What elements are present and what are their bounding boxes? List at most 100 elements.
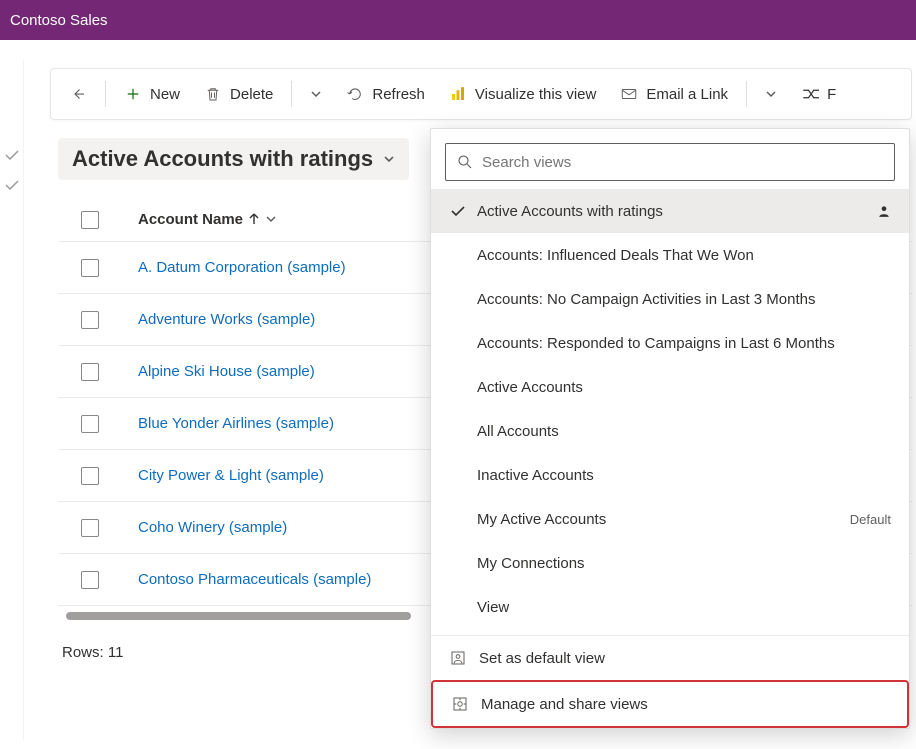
view-list: Active Accounts with ratings Accounts: I… bbox=[431, 189, 909, 635]
chevron-down-icon bbox=[383, 153, 395, 165]
row-checkbox[interactable] bbox=[58, 311, 122, 329]
record-link[interactable]: Alpine Ski House (sample) bbox=[138, 363, 315, 380]
rail-check-icon bbox=[5, 180, 19, 190]
checkbox-icon bbox=[81, 311, 99, 329]
view-item-label: View bbox=[477, 599, 891, 616]
view-item-label: Inactive Accounts bbox=[477, 467, 891, 484]
visualize-button[interactable]: Visualize this view bbox=[439, 79, 606, 109]
set-default-label: Set as default view bbox=[479, 650, 605, 667]
row-checkbox[interactable] bbox=[58, 415, 122, 433]
checkbox-icon bbox=[81, 571, 99, 589]
delete-label: Delete bbox=[230, 86, 273, 103]
view-item[interactable]: View bbox=[431, 585, 909, 629]
set-default-view-button[interactable]: Set as default view bbox=[431, 636, 909, 680]
manage-share-label: Manage and share views bbox=[481, 696, 648, 713]
sub-bar bbox=[0, 40, 916, 60]
rows-number: 11 bbox=[108, 644, 124, 661]
checkbox-icon bbox=[81, 211, 99, 229]
record-link[interactable]: Adventure Works (sample) bbox=[138, 311, 315, 328]
view-item-label: Active Accounts with ratings bbox=[477, 203, 867, 220]
view-item-label: Accounts: No Campaign Activities in Last… bbox=[477, 291, 891, 308]
flow-label: F bbox=[827, 86, 836, 103]
app-header: Contoso Sales bbox=[0, 0, 916, 40]
view-item-label: My Connections bbox=[477, 555, 891, 572]
view-item[interactable]: Inactive Accounts bbox=[431, 453, 909, 497]
view-selector-popover: Active Accounts with ratings Accounts: I… bbox=[430, 128, 910, 729]
checkbox-icon bbox=[81, 363, 99, 381]
plus-icon bbox=[124, 85, 142, 103]
refresh-button[interactable]: Refresh bbox=[336, 79, 435, 109]
view-item[interactable]: Accounts: No Campaign Activities in Last… bbox=[431, 277, 909, 321]
search-wrap bbox=[431, 129, 909, 189]
refresh-icon bbox=[346, 85, 364, 103]
row-checkbox[interactable] bbox=[58, 363, 122, 381]
trash-icon bbox=[204, 85, 222, 103]
new-label: New bbox=[150, 86, 180, 103]
row-checkbox[interactable] bbox=[58, 519, 122, 537]
email-more-button[interactable] bbox=[755, 82, 787, 106]
view-item-active-accounts-ratings[interactable]: Active Accounts with ratings bbox=[431, 189, 909, 233]
delete-more-button[interactable] bbox=[300, 82, 332, 106]
divider bbox=[105, 81, 106, 107]
pin-default-icon bbox=[449, 649, 467, 667]
check-icon bbox=[449, 206, 467, 217]
checkbox-icon bbox=[81, 467, 99, 485]
visualize-label: Visualize this view bbox=[475, 86, 596, 103]
powerbi-icon bbox=[449, 85, 467, 103]
divider bbox=[291, 81, 292, 107]
left-rail bbox=[0, 60, 24, 740]
column-header-label: Account Name bbox=[138, 211, 243, 228]
view-item-label: Accounts: Responded to Campaigns in Last… bbox=[477, 335, 891, 352]
view-item-label: Accounts: Influenced Deals That We Won bbox=[477, 247, 891, 264]
flow-icon bbox=[801, 85, 819, 103]
view-item-label: My Active Accounts bbox=[477, 511, 840, 528]
person-icon bbox=[877, 204, 891, 218]
back-arrow-icon bbox=[69, 85, 87, 103]
chevron-down-icon bbox=[765, 88, 777, 100]
highlight-box: Manage and share views bbox=[431, 680, 909, 728]
divider bbox=[746, 81, 747, 107]
checkbox-icon bbox=[81, 519, 99, 537]
search-views-input[interactable] bbox=[445, 143, 895, 181]
email-link-button[interactable]: Email a Link bbox=[610, 79, 738, 109]
view-item-label: All Accounts bbox=[477, 423, 891, 440]
manage-share-views-button[interactable]: Manage and share views bbox=[433, 682, 907, 726]
record-link[interactable]: Blue Yonder Airlines (sample) bbox=[138, 415, 334, 432]
chevron-down-icon bbox=[310, 88, 322, 100]
chevron-down-icon bbox=[265, 213, 277, 225]
record-link[interactable]: A. Datum Corporation (sample) bbox=[138, 259, 346, 276]
record-link[interactable]: City Power & Light (sample) bbox=[138, 467, 324, 484]
mail-icon bbox=[620, 85, 638, 103]
default-badge: Default bbox=[850, 512, 891, 527]
select-all-cell[interactable] bbox=[58, 211, 122, 229]
search-icon bbox=[456, 153, 474, 171]
delete-button[interactable]: Delete bbox=[194, 79, 283, 109]
view-item[interactable]: My Connections bbox=[431, 541, 909, 585]
view-item-label: Active Accounts bbox=[477, 379, 891, 396]
search-field[interactable] bbox=[482, 154, 884, 171]
toolbar: New Delete Refresh Visualize this view E… bbox=[50, 68, 912, 120]
view-item[interactable]: My Active Accounts Default bbox=[431, 497, 909, 541]
rail-check-icon bbox=[5, 150, 19, 160]
sort-asc-icon bbox=[249, 213, 259, 225]
horizontal-scrollbar[interactable] bbox=[66, 612, 411, 620]
email-label: Email a Link bbox=[646, 86, 728, 103]
record-link[interactable]: Contoso Pharmaceuticals (sample) bbox=[138, 571, 371, 588]
view-item[interactable]: Accounts: Responded to Campaigns in Last… bbox=[431, 321, 909, 365]
view-item[interactable]: Accounts: Influenced Deals That We Won bbox=[431, 233, 909, 277]
new-button[interactable]: New bbox=[114, 79, 190, 109]
view-selector[interactable]: Active Accounts with ratings bbox=[58, 138, 409, 180]
row-checkbox[interactable] bbox=[58, 571, 122, 589]
back-button[interactable] bbox=[59, 79, 97, 109]
row-checkbox[interactable] bbox=[58, 259, 122, 277]
view-item[interactable]: All Accounts bbox=[431, 409, 909, 453]
rows-label: Rows: bbox=[62, 644, 104, 661]
manage-views-icon bbox=[451, 695, 469, 713]
row-checkbox[interactable] bbox=[58, 467, 122, 485]
checkbox-icon bbox=[81, 415, 99, 433]
view-item[interactable]: Active Accounts bbox=[431, 365, 909, 409]
app-title: Contoso Sales bbox=[10, 12, 108, 29]
flow-button[interactable]: F bbox=[791, 79, 838, 109]
checkbox-icon bbox=[81, 259, 99, 277]
record-link[interactable]: Coho Winery (sample) bbox=[138, 519, 287, 536]
